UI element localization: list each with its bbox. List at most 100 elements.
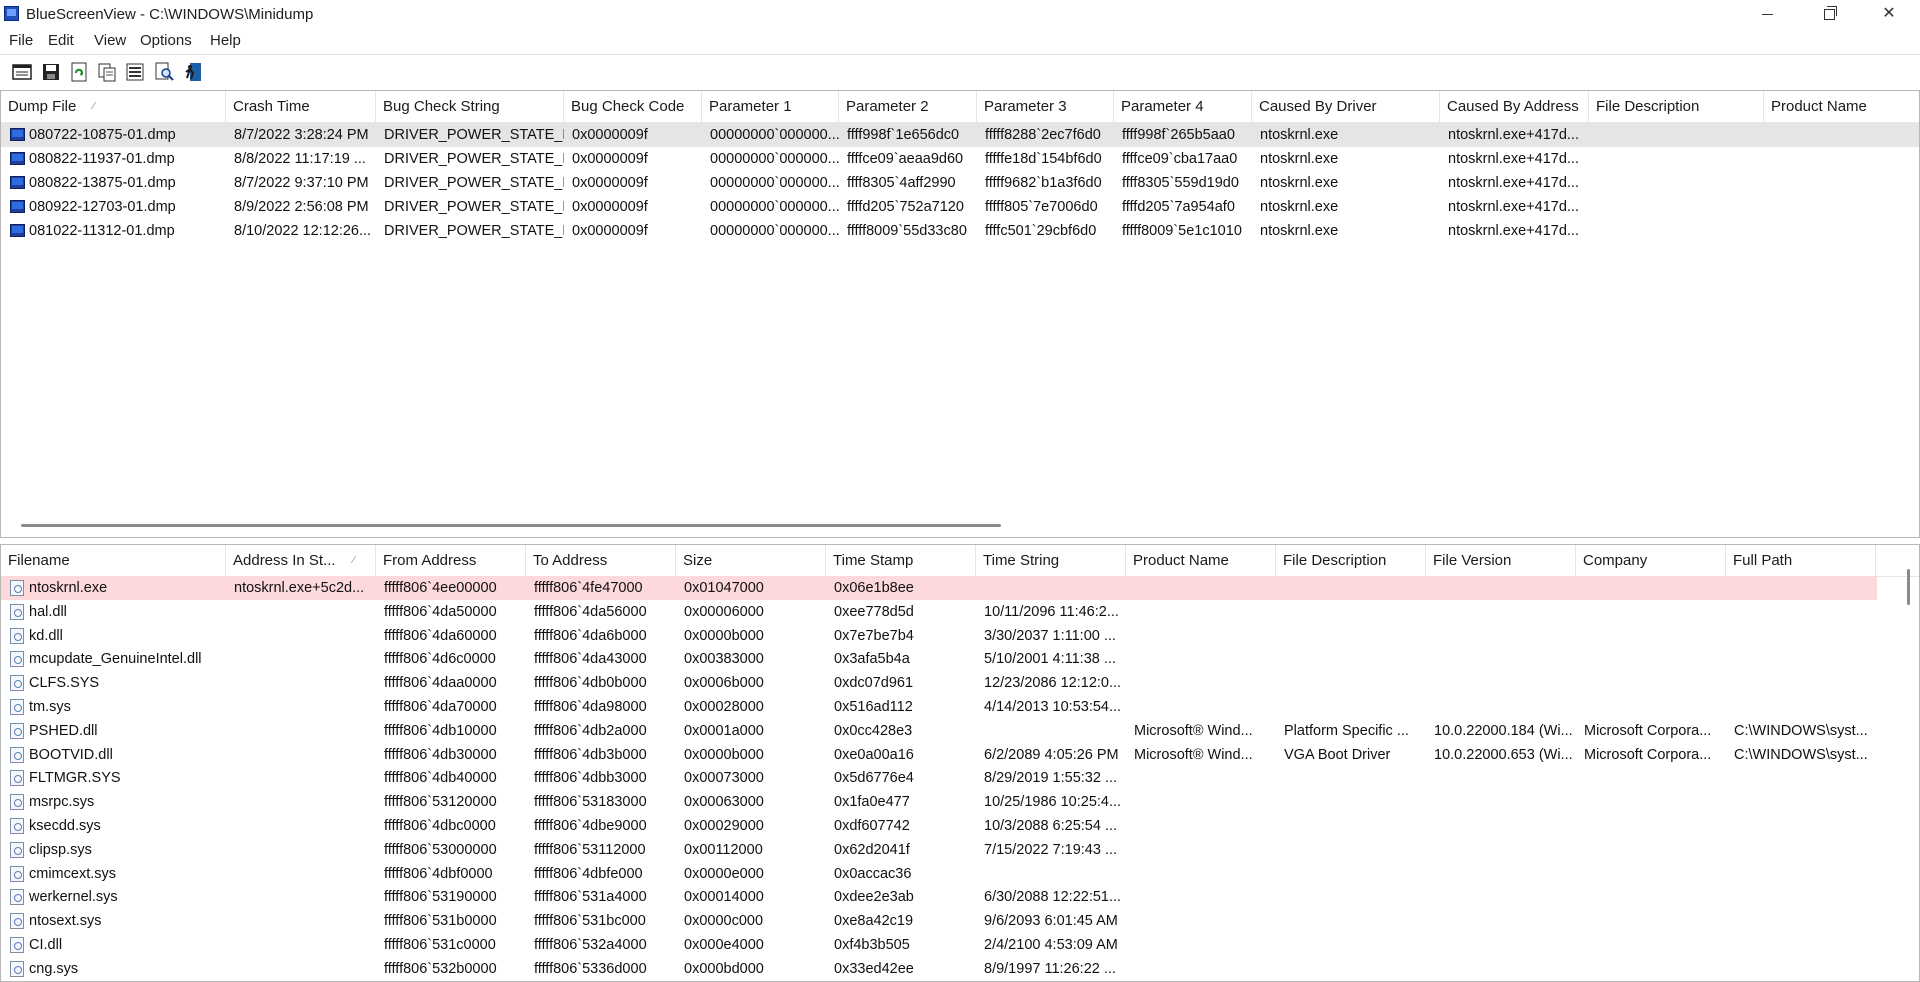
cell-parameter-3: ffffc501`29cbf6d0 (985, 223, 1097, 239)
cell-full-path (1726, 600, 1876, 624)
restore-button[interactable] (1806, 0, 1852, 30)
cell-from-address: fffff806`532b0000 (384, 960, 497, 977)
cell-to-address: fffff806`4dbfe000 (534, 865, 643, 882)
dump-row[interactable]: 081022-11312-01.dmp 8/10/2022 12:12:26...… (1, 219, 1919, 243)
cell-filename: cmimcext.sys (29, 865, 116, 882)
menu-edit[interactable]: Edit (48, 32, 74, 49)
cell-time-string: 3/30/2037 1:11:00 ... (984, 627, 1116, 644)
col-address-in-stack[interactable]: Address In St... ⁄ (226, 545, 376, 576)
cell-product-name (1126, 862, 1276, 886)
cell-parameter-1: 00000000`000000... (710, 127, 839, 143)
cell-parameter-3: fffff8288`2ec7f6d0 (985, 127, 1101, 143)
driver-row[interactable]: BOOTVID.dll fffff806`4db30000 fffff806`4db… (1, 743, 1919, 767)
driver-row[interactable]: werkernel.sys fffff806`53190000 fffff806`5… (1, 885, 1919, 909)
driver-row[interactable]: CLFS.SYS fffff806`4daa0000 fffff806`4db0b0… (1, 671, 1919, 695)
driver-row[interactable]: hal.dll fffff806`4da50000 fffff806`4da5600… (1, 600, 1919, 624)
loaded-drivers-list[interactable]: Filename Address In St... ⁄ From Address … (0, 544, 1920, 982)
save-button[interactable] (40, 61, 62, 83)
vertical-scrollbar[interactable] (1907, 569, 1910, 605)
dump-row[interactable]: 080822-13875-01.dmp 8/7/2022 9:37:10 PM DR… (1, 171, 1919, 195)
driver-row[interactable]: kd.dll fffff806`4da60000 fffff806`4da6b000… (1, 624, 1919, 648)
driver-row[interactable]: FLTMGR.SYS fffff806`4db40000 fffff806`4dbb… (1, 766, 1919, 790)
driver-row[interactable]: ksecdd.sys fffff806`4dbc0000 fffff806`4dbe… (1, 814, 1919, 838)
menu-file[interactable]: File (9, 32, 33, 49)
driver-row[interactable]: msrpc.sys fffff806`53120000 fffff806`53183… (1, 790, 1919, 814)
minimize-button[interactable] (1744, 0, 1790, 30)
col-company[interactable]: Company (1576, 545, 1726, 576)
cell-filename: mcupdate_GenuineIntel.dll (29, 651, 202, 668)
col-parameter-1[interactable]: Parameter 1 (702, 91, 839, 122)
col-bug-check-string[interactable]: Bug Check String (376, 91, 564, 122)
cell-company (1576, 790, 1726, 814)
driver-row[interactable]: cmimcext.sys fffff806`4dbf0000 fffff806`4d… (1, 862, 1919, 886)
driver-row[interactable]: ntoskrnl.exe ntoskrnl.exe+5c2d... fffff806… (1, 576, 1877, 600)
cell-size: 0x00014000 (684, 889, 764, 906)
menu-view[interactable]: View (94, 32, 126, 49)
col-crash-time[interactable]: Crash Time (226, 91, 376, 122)
cell-file-description (1276, 814, 1426, 838)
col-bug-check-code[interactable]: Bug Check Code (564, 91, 702, 122)
cell-address-in-stack (226, 838, 376, 862)
col-parameter-3[interactable]: Parameter 3 (977, 91, 1114, 122)
col-product-name[interactable]: Product Name (1764, 91, 1919, 122)
dump-row[interactable]: 080822-11937-01.dmp 8/8/2022 11:17:19 ...… (1, 147, 1919, 171)
driver-row[interactable]: mcupdate_GenuineIntel.dll fffff806`4d6c00… (1, 647, 1919, 671)
refresh-button[interactable] (68, 61, 90, 83)
cell-full-path: C:\WINDOWS\syst... (1734, 746, 1868, 763)
driver-row[interactable]: clipsp.sys fffff806`53000000 fffff806`5311… (1, 838, 1919, 862)
horizontal-scrollbar[interactable] (21, 524, 1001, 527)
driver-row[interactable]: tm.sys fffff806`4da70000 fffff806`4da98000… (1, 695, 1919, 719)
col-dump-file[interactable]: Dump File ⁄ (1, 91, 226, 122)
col-parameter-2[interactable]: Parameter 2 (839, 91, 977, 122)
cell-bug-check-code: 0x0000009f (572, 151, 648, 167)
col-filename[interactable]: Filename (1, 545, 226, 576)
cell-full-path (1726, 671, 1876, 695)
driver-file-icon (10, 699, 24, 715)
driver-row[interactable]: cng.sys fffff806`532b0000 fffff806`5336d00… (1, 957, 1919, 981)
cell-caused-by-address: ntoskrnl.exe+417d... (1448, 223, 1579, 239)
cell-file-description (1276, 862, 1426, 886)
dump-file-icon (10, 152, 25, 165)
menu-options[interactable]: Options (140, 32, 192, 49)
find-button[interactable] (153, 61, 175, 83)
col-file-description[interactable]: File Description (1276, 545, 1426, 576)
cell-product-name (1126, 766, 1276, 790)
col-caused-by-address[interactable]: Caused By Address (1440, 91, 1589, 122)
driver-file-icon (10, 865, 24, 882)
driver-file-icon (10, 889, 24, 906)
cell-product-name (1126, 814, 1276, 838)
cell-from-address: fffff806`4db30000 (384, 746, 497, 763)
col-caused-by-driver[interactable]: Caused By Driver (1252, 91, 1440, 122)
driver-row[interactable]: PSHED.dll fffff806`4db10000 fffff806`4db2a… (1, 719, 1919, 743)
html-report-button[interactable] (11, 61, 33, 83)
cell-parameter-3: fffff805`7e7006d0 (985, 199, 1098, 215)
col-time-stamp[interactable]: Time Stamp (826, 545, 976, 576)
copy-button[interactable] (96, 61, 118, 83)
col-parameter-4[interactable]: Parameter 4 (1114, 91, 1252, 122)
cell-to-address: fffff806`5336d000 (534, 960, 647, 977)
cell-time-stamp: 0x3afa5b4a (834, 651, 910, 668)
cell-size: 0x0000b000 (684, 627, 764, 644)
close-button[interactable]: ✕ (1866, 0, 1912, 30)
dump-row[interactable]: 080922-12703-01.dmp 8/9/2022 2:56:08 PM DR… (1, 195, 1919, 219)
menu-help[interactable]: Help (210, 32, 241, 49)
properties-button[interactable] (124, 61, 146, 83)
col-file-version[interactable]: File Version (1426, 545, 1576, 576)
driver-file-icon (10, 580, 24, 596)
exit-button[interactable] (182, 61, 204, 83)
col-size[interactable]: Size (676, 545, 826, 576)
col-time-string[interactable]: Time String (976, 545, 1126, 576)
col-full-path[interactable]: Full Path (1726, 545, 1876, 576)
col-to-address[interactable]: To Address (526, 545, 676, 576)
cell-caused-by-driver: ntoskrnl.exe (1260, 127, 1339, 143)
cell-caused-by-address: ntoskrnl.exe+417d... (1448, 175, 1579, 191)
col-product-name[interactable]: Product Name (1126, 545, 1276, 576)
col-file-description[interactable]: File Description (1589, 91, 1764, 122)
cell-from-address: fffff806`531c0000 (384, 937, 496, 953)
driver-row[interactable]: ntosext.sys fffff806`531b0000 fffff806`531… (1, 909, 1919, 933)
col-from-address[interactable]: From Address (376, 545, 526, 576)
cell-file-version (1426, 624, 1576, 648)
crash-dumps-list[interactable]: Dump File ⁄ Crash Time Bug Check String B… (0, 90, 1920, 538)
dump-row[interactable]: 080722-10875-01.dmp 8/7/2022 3:28:24 PM DR… (1, 123, 1919, 147)
driver-row[interactable]: CI.dll fffff806`531c0000 fffff806`532a4000… (1, 933, 1919, 957)
